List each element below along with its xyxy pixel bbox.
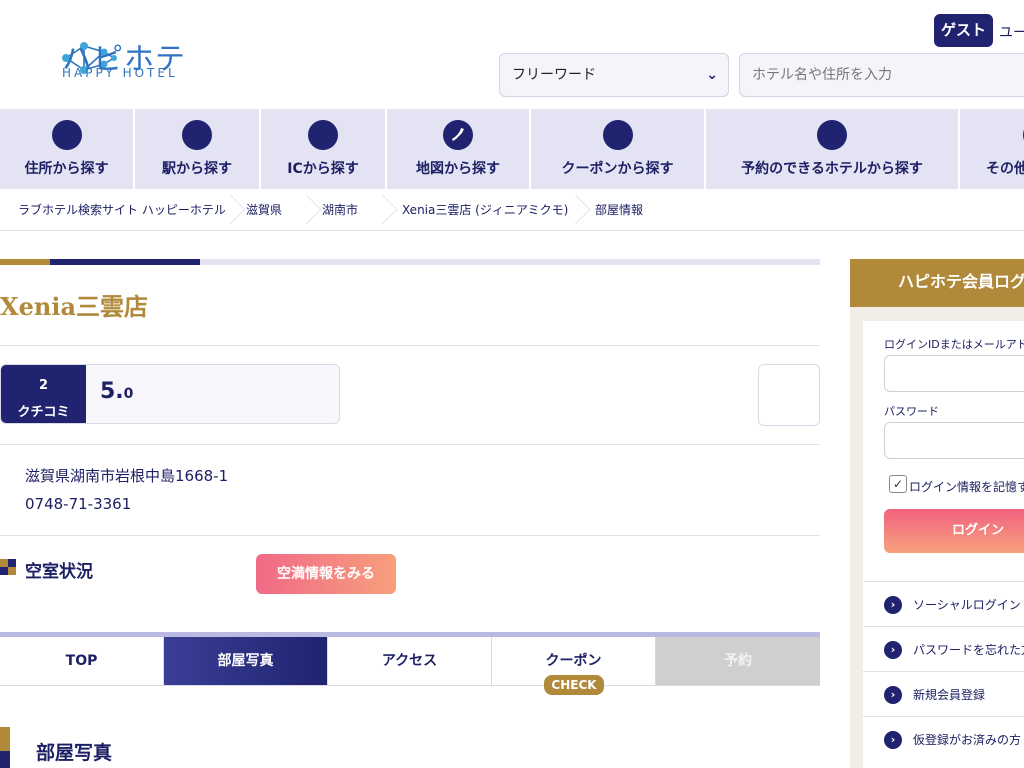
nav-item-other[interactable]: その他 — [960, 109, 1024, 189]
vacancy-button[interactable]: 空満情報をみる — [256, 554, 396, 594]
breadcrumb-separator — [288, 189, 322, 231]
breadcrumb-item-current: 部屋情報 — [595, 202, 644, 217]
nav-item-label: 地図から探す — [416, 161, 500, 177]
nav-item-address[interactable]: 住所から探す — [0, 109, 135, 189]
breadcrumb: ラブホテル検索サイト ハッピーホテル 滋賀県 湖南市 Xenia三雲店 (ジィニ… — [0, 189, 1024, 231]
vacancy-title: 空室状況 — [25, 562, 93, 582]
breadcrumb-separator — [557, 189, 591, 231]
divider — [0, 444, 820, 445]
login-heading: ハピホテ会員ログ — [850, 259, 1024, 307]
logo-subtext: HAPPY HOTEL — [62, 66, 178, 80]
nav-item-map[interactable]: 地図から探す — [387, 109, 531, 189]
review-count-badge: 2 クチコミ — [1, 365, 86, 423]
hotel-address: 滋賀県湖南市岩根中島1668-1 — [25, 467, 229, 485]
review-summary[interactable]: 2 クチコミ 5.0 — [0, 364, 340, 424]
user-link[interactable]: ユー — [999, 22, 1024, 42]
divider — [0, 535, 820, 536]
nav-item-label: ICから探す — [287, 161, 359, 177]
chevron-down-icon: ⌄ — [706, 67, 718, 83]
tab-top[interactable]: TOP — [0, 637, 164, 685]
calendar-icon — [817, 120, 847, 150]
login-id-label: ログインIDまたはメールアドレ — [884, 338, 1024, 351]
remember-label: ログイン情報を記憶す — [909, 480, 1024, 494]
login-id-input[interactable] — [884, 355, 1024, 392]
pin-icon — [51, 120, 82, 150]
breadcrumb-item-site[interactable]: ラブホテル検索サイト ハッピーホテル — [0, 189, 226, 231]
chevron-right-icon: › — [884, 686, 902, 704]
nav-item-reservable[interactable]: 予約のできるホテルから探す — [706, 109, 960, 189]
nav-item-station[interactable]: 駅から探す — [135, 109, 261, 189]
nav-item-coupon[interactable]: クーポンから探す — [531, 109, 706, 189]
title-accent-bar — [0, 259, 820, 265]
coupon-check-badge: CHECK — [544, 675, 604, 695]
nav-item-label: 予約のできるホテルから探す — [741, 161, 923, 177]
hotel-name: Xenia三雲店 — [0, 292, 149, 321]
review-count: 2 — [38, 378, 49, 393]
nav-item-label: 住所から探す — [24, 161, 109, 177]
car-icon — [308, 120, 338, 150]
nav-item-label: 駅から探す — [162, 161, 232, 177]
japan-map-icon — [443, 120, 473, 150]
password-input[interactable] — [884, 422, 1024, 459]
tab-room-photos[interactable]: 部屋写真 — [164, 637, 328, 685]
breadcrumb-separator — [364, 189, 398, 231]
search-type-value: フリーワード — [512, 67, 596, 83]
login-link-label: ソーシャルログイン — [913, 598, 1021, 612]
divider — [0, 345, 820, 346]
password-label: パスワード — [884, 405, 939, 418]
tab-access[interactable]: アクセス — [328, 637, 492, 685]
login-link-label: 新規会員登録 — [913, 688, 986, 702]
search-input[interactable] — [739, 53, 1024, 97]
login-link-social[interactable]: › ソーシャルログイン — [863, 581, 1024, 626]
login-link-label: パスワードを忘れた方 — [913, 643, 1024, 657]
breadcrumb-item-hotel[interactable]: Xenia三雲店 (ジィニアミクモ) — [398, 189, 568, 231]
login-panel: ハピホテ会員ログ ログインIDまたはメールアドレ パスワード ✓ ログイン情報を… — [850, 259, 1024, 768]
chevron-right-icon: › — [884, 641, 902, 659]
chevron-right-icon: › — [884, 731, 902, 749]
login-link-forgot-password[interactable]: › パスワードを忘れた方 — [863, 626, 1024, 671]
section-mark-icon — [0, 727, 10, 768]
guest-badge: ゲスト — [934, 14, 993, 47]
nav-item-ic[interactable]: ICから探す — [261, 109, 387, 189]
login-link-label: 仮登録がお済みの方 — [913, 733, 1022, 747]
remember-checkbox[interactable]: ✓ — [889, 475, 907, 493]
breadcrumb-item-prefecture[interactable]: 滋賀県 — [246, 189, 288, 231]
hotel-phone[interactable]: 0748-71-3361 — [25, 495, 131, 513]
section-mark-icon — [0, 559, 16, 575]
login-button[interactable]: ログイン — [884, 509, 1024, 553]
breadcrumb-item-city[interactable]: 湖南市 — [322, 189, 364, 231]
nav-item-label: その他 — [986, 161, 1024, 177]
login-link-provisional[interactable]: › 仮登録がお済みの方 — [863, 716, 1024, 761]
nav-item-label: クーポンから探す — [561, 161, 674, 177]
favorite-button[interactable] — [758, 364, 820, 426]
main-nav: 住所から探す 駅から探す ICから探す 地図から探す クーポンから探す 予約ので… — [0, 109, 1024, 189]
login-link-register[interactable]: › 新規会員登録 — [863, 671, 1024, 716]
review-score: 5.0 — [100, 379, 134, 404]
coupon-icon — [602, 120, 633, 150]
review-label: クチコミ — [17, 405, 70, 420]
chevron-right-icon: › — [884, 596, 902, 614]
section-title: 部屋写真 — [36, 742, 113, 764]
search-type-select[interactable]: フリーワード ⌄ — [499, 53, 729, 97]
hotel-tabs: TOP 部屋写真 アクセス クーポン 予約 — [0, 637, 820, 686]
breadcrumb-separator — [212, 189, 246, 231]
tab-reservation: 予約 — [656, 637, 820, 685]
login-form: ログインIDまたはメールアドレ パスワード ✓ ログイン情報を記憶す ログイン … — [863, 321, 1024, 768]
train-icon — [182, 120, 212, 150]
